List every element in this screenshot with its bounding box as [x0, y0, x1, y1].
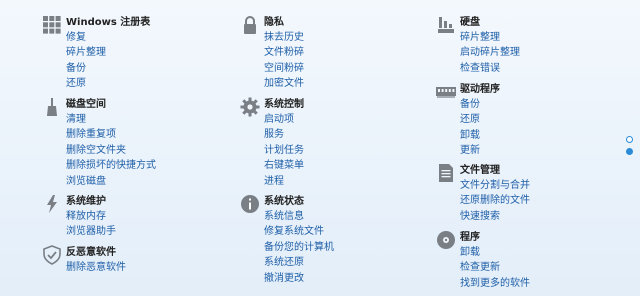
tool-link[interactable]: 删除恶意软件 — [66, 261, 126, 275]
tool-link[interactable]: 空间粉碎 — [264, 62, 304, 76]
tool-link[interactable]: 快速搜索 — [460, 210, 500, 224]
page-dot-2[interactable] — [626, 148, 633, 155]
tool-link[interactable]: 系统信息 — [264, 210, 304, 224]
tool-link[interactable]: 还原 — [66, 77, 86, 91]
group-title: 文件管理 — [460, 165, 500, 176]
tool-link[interactable]: 碎片整理 — [66, 46, 106, 60]
tool-link[interactable]: 浏览器助手 — [66, 225, 116, 239]
info-icon — [240, 194, 260, 214]
tool-link[interactable]: 找到更多的软件 — [460, 277, 530, 291]
group-title: 硬盘 — [460, 17, 480, 28]
grid-icon — [42, 15, 62, 35]
tool-link[interactable]: 启动项 — [264, 113, 294, 127]
tool-link[interactable]: 右键菜单 — [264, 159, 304, 173]
tool-link[interactable]: 服务 — [264, 128, 284, 142]
tools-overview-page: Windows 注册表 修复 碎片整理 备份 还原 磁盘空间 清理 删除重复项 删除空文件夹 删除… — [0, 0, 640, 296]
tool-link[interactable]: 删除损坏的快捷方式 — [66, 159, 156, 173]
broom-icon — [42, 97, 62, 117]
tool-link[interactable]: 进程 — [264, 175, 284, 189]
group-title: 反恶意软件 — [66, 247, 116, 258]
tool-link[interactable]: 删除重复项 — [66, 128, 116, 142]
tool-link[interactable]: 计划任务 — [264, 144, 304, 158]
group-title: 系统维护 — [66, 196, 106, 207]
tool-link[interactable]: 检查更新 — [460, 261, 500, 275]
tool-link[interactable]: 还原 — [460, 113, 480, 127]
shield-check-icon — [42, 245, 62, 265]
page-dot-1[interactable] — [626, 136, 633, 143]
lock-icon — [240, 15, 260, 35]
cd-icon — [436, 230, 456, 250]
tool-link[interactable]: 文件分割与合并 — [460, 179, 530, 193]
tool-link[interactable]: 修复系统文件 — [264, 225, 324, 239]
gear-icon — [240, 97, 260, 117]
group-title: 系统控制 — [264, 99, 304, 110]
driver-board-icon — [436, 82, 456, 102]
tool-link[interactable]: 清理 — [66, 113, 86, 127]
group-title: 系统状态 — [264, 196, 304, 207]
group-title: 驱动程序 — [460, 84, 500, 95]
tool-link[interactable]: 备份 — [460, 98, 480, 112]
document-icon — [436, 163, 456, 183]
tool-link[interactable]: 还原删除的文件 — [460, 194, 530, 208]
tool-link[interactable]: 启动碎片整理 — [460, 46, 520, 60]
tool-link[interactable]: 文件粉碎 — [264, 46, 304, 60]
tool-link[interactable]: 检查错误 — [460, 62, 500, 76]
tool-link[interactable]: 修复 — [66, 31, 86, 45]
tool-link[interactable]: 更新 — [460, 144, 480, 158]
page-indicator — [626, 136, 636, 160]
lightning-icon — [42, 194, 62, 214]
group-title: 磁盘空间 — [66, 99, 106, 110]
group-title: Windows 注册表 — [66, 17, 151, 28]
tool-link[interactable]: 释放内存 — [66, 210, 106, 224]
tool-link[interactable]: 备份 — [66, 62, 86, 76]
disk-chart-icon — [436, 15, 456, 35]
tool-link[interactable]: 碎片整理 — [460, 31, 500, 45]
tool-link[interactable]: 抹去历史 — [264, 31, 304, 45]
tool-link[interactable]: 加密文件 — [264, 77, 304, 91]
tool-link[interactable]: 备份您的计算机 — [264, 241, 334, 255]
tool-link[interactable]: 系统还原 — [264, 256, 304, 270]
tool-link[interactable]: 卸载 — [460, 129, 480, 143]
group-title: 程序 — [460, 232, 480, 243]
tool-link[interactable]: 浏览磁盘 — [66, 175, 106, 189]
tool-link[interactable]: 撤消更改 — [264, 272, 304, 286]
tool-link[interactable]: 卸载 — [460, 246, 480, 260]
tool-link[interactable]: 删除空文件夹 — [66, 144, 126, 158]
group-title: 隐私 — [264, 17, 284, 28]
